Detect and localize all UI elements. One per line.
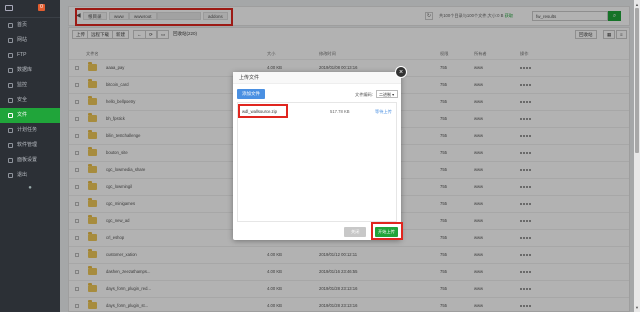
encoding-label: 文件编码: xyxy=(355,92,373,97)
sidebar-item[interactable]: 数据库 xyxy=(0,63,60,78)
sidebar-item-label: 数据库 xyxy=(17,67,33,73)
sidebar-item[interactable]: 文件 xyxy=(0,108,60,123)
sidebar-item[interactable]: 计划任务 xyxy=(0,123,60,138)
file-status: 等待上传 xyxy=(375,109,392,114)
sidebar-item-label: 计划任务 xyxy=(17,127,38,133)
sidebar-item-label: FTP xyxy=(17,52,27,58)
close-icon[interactable]: × xyxy=(395,66,407,78)
sidebar-item[interactable]: 面板设置 xyxy=(0,153,60,168)
sidebar-item[interactable]: 软件管理 xyxy=(0,138,60,153)
scroll-down-icon[interactable]: ▼ xyxy=(635,305,639,310)
page-scrollbar[interactable]: ▲ ▼ xyxy=(634,0,640,312)
sidebar-item-label: 面板设置 xyxy=(17,157,38,163)
start-upload-button[interactable]: 开始上传 xyxy=(375,227,398,237)
sidebar-item[interactable]: 退出 xyxy=(0,168,60,183)
sidebar-item-label: 网站 xyxy=(17,37,28,43)
menu-icon xyxy=(8,143,13,148)
sidebar-item-label: 监控 xyxy=(17,82,28,88)
menu-icon xyxy=(8,83,13,88)
monitor-icon xyxy=(5,5,13,11)
sidebar-item-label: 安全 xyxy=(17,97,28,103)
sidebar-header: 0 xyxy=(0,0,60,18)
sidebar-item-label: 退出 xyxy=(17,172,28,178)
menu-icon xyxy=(8,23,13,28)
sidebar-item[interactable]: FTP xyxy=(0,48,60,63)
menu-icon xyxy=(8,38,13,43)
sidebar-item[interactable]: 首页 xyxy=(0,18,60,33)
menu-icon xyxy=(8,68,13,73)
sidebar-item-label: 软件管理 xyxy=(17,142,38,148)
sidebar-item[interactable]: 监控 xyxy=(0,78,60,93)
menu-icon xyxy=(8,173,13,178)
more-icon[interactable]: ● xyxy=(0,185,60,191)
sidebar-item[interactable]: 网站 xyxy=(0,33,60,48)
add-file-button[interactable]: 添加文件 xyxy=(237,89,265,99)
sidebar: 0 首页网站 FTP 数据库监控安全文件计划任务软件管理面板设置退出 ● xyxy=(0,0,60,312)
scroll-up-icon[interactable]: ▲ xyxy=(635,2,639,7)
highlight-file xyxy=(238,104,288,118)
sidebar-item-label: 首页 xyxy=(17,22,28,28)
dialog-title: 上传文件 xyxy=(233,72,401,84)
sidebar-item[interactable]: 安全 xyxy=(0,93,60,108)
sidebar-item-label: 文件 xyxy=(17,112,28,118)
scrollbar-thumb[interactable] xyxy=(635,8,639,153)
file-size: 517.78 KB xyxy=(330,109,350,114)
encoding-select[interactable]: 二进制 ▾ xyxy=(376,90,398,98)
cancel-button[interactable]: 关闭 xyxy=(344,227,367,237)
menu-icon xyxy=(8,113,13,118)
menu-icon xyxy=(8,53,13,58)
upload-dialog: 上传文件 × 添加文件 文件编码: 二进制 ▾ wdl_wallsource.z… xyxy=(233,66,407,240)
menu-icon xyxy=(8,128,13,133)
upload-file-list: wdl_wallsource.zip 517.78 KB 等待上传 xyxy=(237,102,397,222)
notification-badge[interactable]: 0 xyxy=(38,4,45,11)
menu-icon xyxy=(8,98,13,103)
menu-icon xyxy=(8,158,13,163)
